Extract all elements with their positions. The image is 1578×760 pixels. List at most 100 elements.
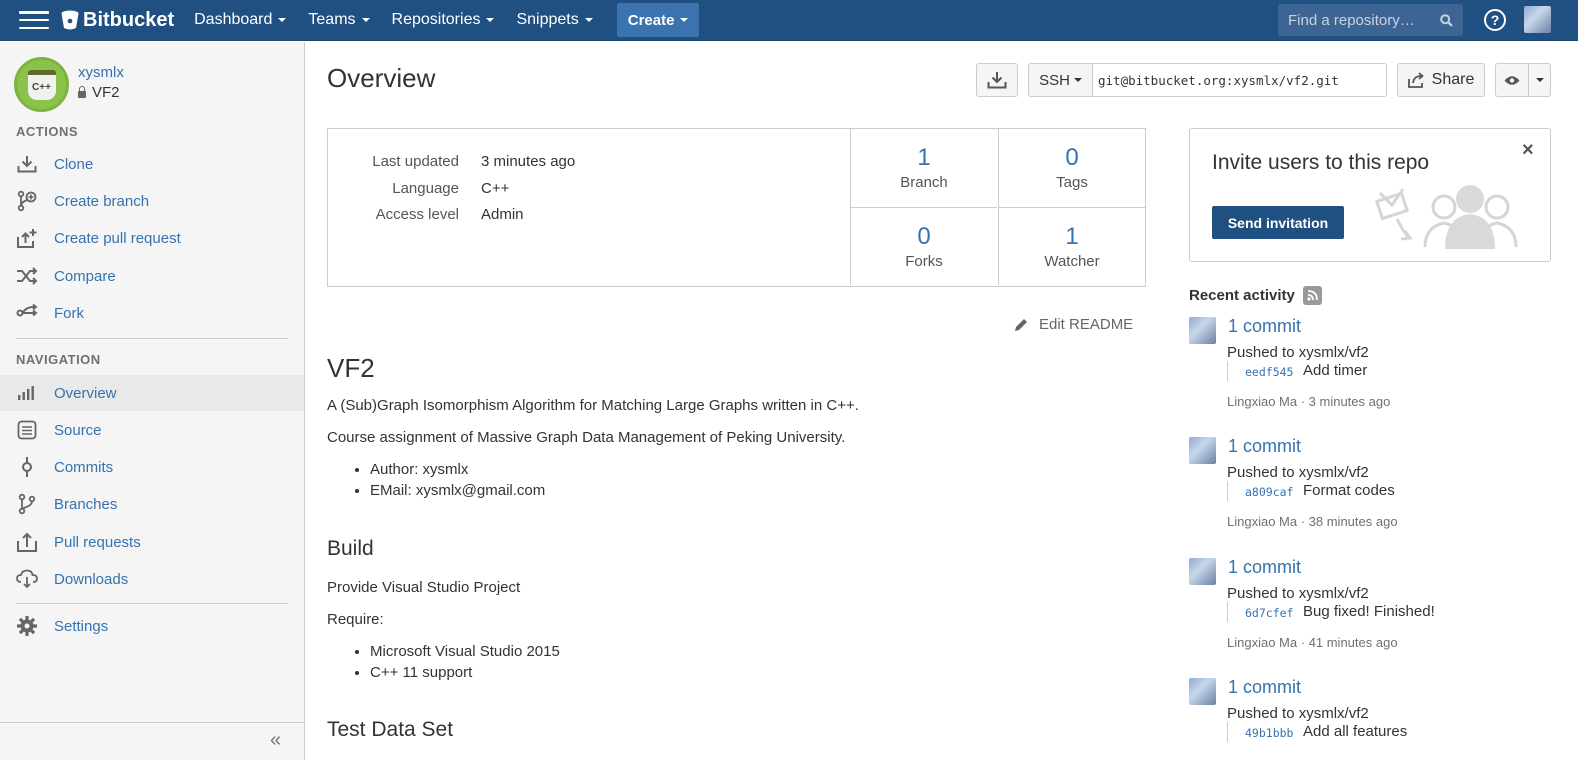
chevron-down-icon (1073, 78, 1082, 82)
user-avatar[interactable] (1524, 6, 1551, 33)
activity-line (1227, 481, 1228, 501)
stat-watchers[interactable]: 1 Watcher (998, 207, 1145, 285)
stat-forks[interactable]: 0 Forks (850, 207, 997, 285)
commit-hash-link[interactable]: a809caf (1245, 485, 1293, 499)
sidebar-divider (16, 338, 288, 339)
share-icon (1407, 72, 1424, 88)
repo-avatar[interactable]: C++ (14, 57, 69, 112)
recent-activity-heading: Recent activity (1189, 286, 1322, 305)
sidebar-item-overview[interactable]: Overview (0, 375, 304, 411)
invite-title: Invite users to this repo (1212, 151, 1430, 174)
info-row: Language C++ (328, 180, 509, 197)
readme-paragraph: Course assignment of Massive Graph Data … (327, 429, 846, 446)
sidebar-item-create-branch[interactable]: Create branch (0, 183, 304, 219)
collapse-sidebar-icon[interactable]: « (270, 729, 281, 752)
bucket-icon (61, 10, 79, 30)
commit-count-link[interactable]: 1 commit (1228, 436, 1301, 457)
nav-repositories[interactable]: Repositories (392, 11, 495, 29)
lock-icon (78, 86, 86, 98)
commit-count-link[interactable]: 1 commit (1228, 677, 1301, 698)
stat-tags[interactable]: 0 Tags (998, 129, 1145, 207)
chevron-down-icon (1536, 78, 1544, 82)
repo-name[interactable]: VF2 (78, 84, 124, 101)
info-row: Access level Admin (328, 206, 524, 223)
protocol-dropdown[interactable]: SSH (1028, 63, 1093, 97)
sidebar-item-clone[interactable]: Clone (0, 146, 304, 182)
sidebar-divider (16, 603, 288, 604)
download-button[interactable] (976, 63, 1018, 97)
list-item: C++ 11 support (370, 662, 560, 683)
sidebar-item-downloads[interactable]: Downloads (0, 561, 304, 597)
sidebar-item-label: Commits (54, 458, 114, 476)
search-icon (1440, 13, 1453, 27)
repo-info-box: Last updated 3 minutes ago Language C++ Ac… (327, 128, 1146, 287)
commit-message: Add timer (1303, 362, 1368, 379)
edit-readme-link[interactable]: Edit README (1013, 316, 1133, 333)
nav-snippets[interactable]: Snippets (516, 11, 593, 29)
commit-hash-link[interactable]: 49b1bbb (1245, 726, 1293, 740)
sidebar-item-branches[interactable]: Branches (0, 486, 304, 522)
info-value: Admin (481, 206, 524, 223)
pencil-icon (1015, 318, 1027, 331)
nav-snippets-label: Snippets (516, 11, 579, 28)
list-item: Author: xysmlx (370, 459, 545, 480)
commit-message: Bug fixed! Finished! (1303, 603, 1435, 620)
stat-label: Tags (1056, 174, 1088, 191)
close-icon[interactable]: × (1522, 139, 1534, 162)
sidebar-item-label: Fork (54, 304, 84, 322)
search-input[interactable]: Find a repository… (1278, 4, 1463, 36)
nav-teams[interactable]: Teams (308, 11, 370, 29)
watch-button[interactable] (1495, 63, 1551, 97)
sidebar-item-label: Clone (54, 155, 94, 173)
stat-label: Forks (905, 253, 943, 270)
repo-owner-link[interactable]: xysmlx (78, 64, 124, 81)
commit-count-link[interactable]: 1 commit (1228, 557, 1301, 578)
recent-activity-label: Recent activity (1189, 287, 1295, 304)
nav-dashboard[interactable]: Dashboard (194, 11, 287, 29)
sidebar-item-commits[interactable]: Commits (0, 449, 304, 485)
clone-url-group: SSH git@bitbucket.org:xysmlx/vf2.git (1028, 63, 1387, 97)
avatar[interactable] (1189, 317, 1216, 344)
share-button[interactable]: Share (1397, 63, 1485, 97)
readme-paragraph: Require: (327, 611, 384, 628)
sidebar-item-compare[interactable]: Compare (0, 258, 304, 294)
bitbucket-logo[interactable]: Bitbucket (61, 9, 174, 32)
edit-readme-label: Edit README (1039, 316, 1134, 333)
list-item: EMail: xysmlx@gmail.com (370, 480, 545, 501)
stat-number: 1 (1065, 223, 1079, 250)
create-button[interactable]: Create (616, 3, 700, 37)
activity-meta: Lingxiao Ma · 41 minutes ago (1227, 635, 1398, 650)
avatar[interactable] (1189, 678, 1216, 705)
brand-name: Bitbucket (83, 8, 175, 31)
hamburger-menu-icon[interactable] (19, 11, 49, 29)
readme-heading: VF2 (327, 353, 375, 383)
help-icon[interactable]: ? (1484, 9, 1506, 31)
stat-branches[interactable]: 1 Branch (850, 129, 997, 207)
sidebar-item-label: Pull requests (54, 533, 141, 551)
avatar[interactable] (1189, 558, 1216, 585)
push-description: Pushed to xysmlx/vf2 (1227, 705, 1369, 722)
cpp-cup-icon: C++ (27, 69, 56, 100)
commit-hash-link[interactable]: 6d7cfef (1245, 606, 1293, 620)
protocol-label: SSH (1039, 71, 1070, 89)
commit-count-link[interactable]: 1 commit (1228, 316, 1301, 337)
sidebar-item-create-pull-request[interactable]: Create pull request (0, 220, 304, 256)
clone-url-field[interactable]: git@bitbucket.org:xysmlx/vf2.git (1093, 63, 1387, 97)
nav-teams-label: Teams (308, 11, 356, 28)
gear-icon (16, 615, 38, 637)
sidebar-item-pull-requests[interactable]: Pull requests (0, 524, 304, 560)
sidebar-item-settings[interactable]: Settings (0, 608, 304, 644)
info-value: 3 minutes ago (481, 153, 576, 170)
activity-meta: Lingxiao Ma · 38 minutes ago (1227, 514, 1398, 529)
sidebar-item-fork[interactable]: Fork (0, 295, 304, 331)
rss-icon[interactable] (1302, 286, 1322, 305)
top-navigation-bar: Bitbucket Dashboard Teams Repositories S… (0, 0, 1578, 41)
avatar[interactable] (1189, 437, 1216, 464)
send-invitation-button[interactable]: Send invitation (1212, 206, 1344, 239)
document-icon (16, 419, 38, 441)
sidebar-item-source[interactable]: Source (0, 412, 304, 448)
commit-hash-link[interactable]: eedf545 (1245, 365, 1293, 379)
invite-panel: Invite users to this repo × Send invitat… (1189, 128, 1551, 262)
eye-icon (1496, 64, 1529, 96)
chevron-down-icon (278, 18, 287, 22)
